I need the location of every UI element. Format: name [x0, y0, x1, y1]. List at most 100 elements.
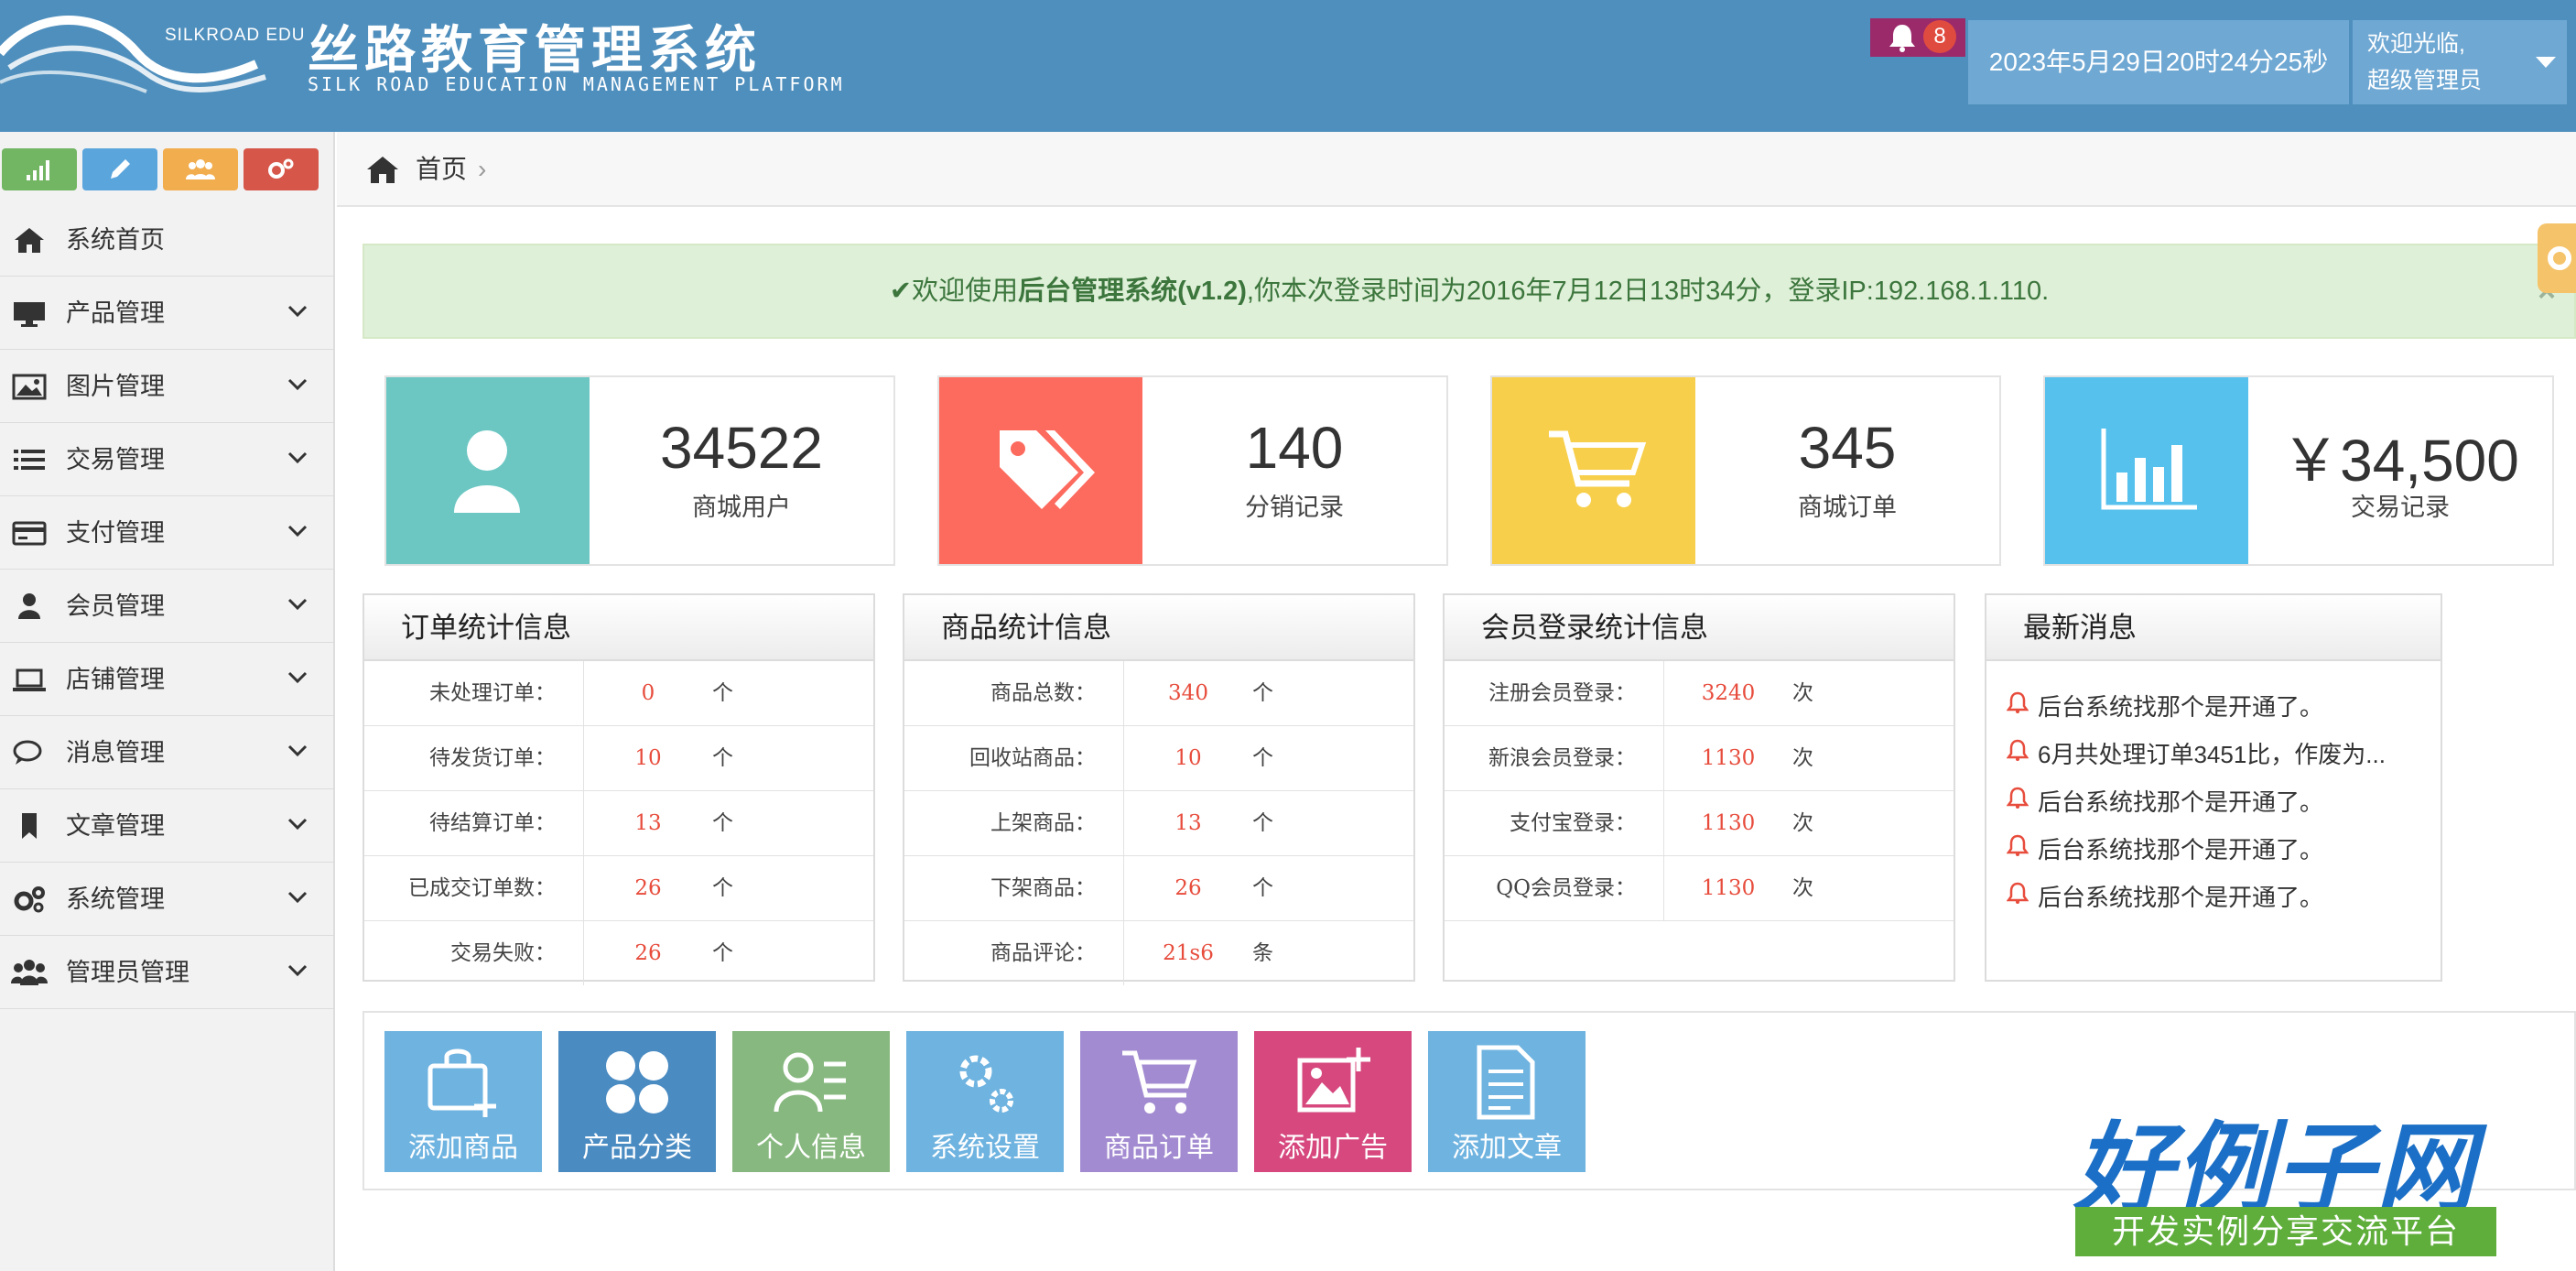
panel-title: 会员登录统计信息 [1445, 595, 1954, 661]
table-row: 已成交订单数： 26 个 [364, 856, 873, 921]
row-unit: 个 [712, 811, 733, 835]
caret-down-icon [2536, 57, 2556, 68]
member-login-stats-panel: 会员登录统计信息 注册会员登录： 3240 次 新浪会员登录： 1130 次 支付宝登录… [1443, 593, 1955, 982]
row-label: 支付宝登录： [1445, 791, 1664, 855]
product-orders-button[interactable]: 商品订单 [1080, 1031, 1238, 1172]
stat-value: 34522 [660, 415, 823, 481]
product-category-button[interactable]: 产品分类 [558, 1031, 716, 1172]
top-header: SILKROAD EDU 丝路教育管理系统 SILK ROAD EDUCATIO… [0, 0, 2576, 132]
sidebar-item-label: 系统首页 [66, 226, 165, 254]
row-label: 注册会员登录： [1445, 661, 1664, 725]
alert-system-name: 后台管理系统 [1018, 277, 1178, 306]
sidebar-item-label: 会员管理 [66, 592, 165, 620]
user-info-icon [774, 1052, 846, 1113]
stat-label: 分销记录 [1245, 494, 1344, 521]
sidebar-item-payments[interactable]: 支付管理 [0, 496, 335, 570]
row-value: 340 [1168, 681, 1208, 705]
document-icon [1477, 1045, 1535, 1120]
welcome-alert: ✔欢迎使用后台管理系统(v1.2),你本次登录时间为2016年7月12日13时3… [363, 244, 2576, 339]
sidebar-item-stores[interactable]: 店铺管理 [0, 643, 335, 716]
shortcut-settings-button[interactable] [244, 148, 319, 190]
sidebar-item-label: 支付管理 [66, 519, 165, 547]
notification-button[interactable]: 8 [1870, 18, 1965, 57]
alert-prefix: 欢迎使用 [912, 277, 1019, 306]
stat-label: 商城用户 [692, 494, 791, 521]
row-label: 商品评论： [904, 921, 1124, 985]
news-text: 后台系统找那个是开通了。 [2038, 788, 2324, 816]
row-label: 新浪会员登录： [1445, 726, 1664, 790]
row-unit: 个 [712, 941, 733, 965]
sidebar-item-images[interactable]: 图片管理 [0, 350, 335, 423]
row-label: QQ会员登录： [1445, 856, 1664, 920]
add-ad-button[interactable]: 添加广告 [1254, 1031, 1412, 1172]
user-menu[interactable]: 欢迎光临, 超级管理员 [2353, 20, 2567, 104]
chevron-down-icon [287, 598, 308, 611]
add-product-button[interactable]: 添加商品 [384, 1031, 542, 1172]
stat-card-distribution[interactable]: 140 分销记录 [937, 375, 1448, 566]
row-unit: 次 [1792, 811, 1813, 835]
stat-card-transactions[interactable]: ￥34,500 交易记录 [2043, 375, 2554, 566]
row-label: 上架商品： [904, 791, 1124, 855]
brand-small-text: SILKROAD EDU [165, 26, 306, 45]
stat-card-users[interactable]: 34522 商城用户 [384, 375, 895, 566]
sidebar-item-articles[interactable]: 文章管理 [0, 789, 335, 863]
news-text: 后台系统找那个是开通了。 [2038, 884, 2324, 911]
breadcrumb-home-link[interactable]: 首页 [416, 132, 467, 207]
row-value: 13 [634, 811, 662, 835]
quick-action-label: 添加文章 [1452, 1133, 1562, 1163]
news-text: 后台系统找那个是开通了。 [2038, 693, 2324, 721]
signal-icon [27, 160, 49, 180]
stat-icon-box [386, 377, 590, 564]
settings-tab-button[interactable] [2538, 223, 2576, 293]
stat-icon-box [2045, 377, 2248, 564]
bell-outline-icon [2007, 787, 2029, 809]
silkroad-logo [0, 16, 266, 93]
bell-outline-icon [2007, 739, 2029, 761]
row-value: 3240 [1701, 681, 1756, 705]
row-value: 1130 [1701, 811, 1756, 835]
quick-action-label: 个人信息 [756, 1133, 866, 1163]
sidebar-item-trades[interactable]: 交易管理 [0, 423, 335, 496]
sidebar: 系统首页 产品管理 图片管理 交易管理 支付管理 会员管理 店铺管理 消息管理 … [0, 132, 335, 1271]
chevron-down-icon [287, 671, 308, 684]
quick-action-label: 商品订单 [1104, 1133, 1214, 1163]
sidebar-item-members[interactable]: 会员管理 [0, 570, 335, 643]
stat-card-orders[interactable]: 345 商城订单 [1490, 375, 2001, 566]
add-article-button[interactable]: 添加文章 [1428, 1031, 1586, 1172]
tags-icon [1000, 430, 1095, 509]
bookmark-icon [22, 813, 37, 839]
shortcut-users-button[interactable] [163, 148, 238, 190]
row-value: 13 [1174, 811, 1202, 835]
chevron-down-icon [287, 818, 308, 831]
chevron-down-icon [287, 891, 308, 904]
row-label: 未处理订单： [364, 661, 584, 725]
shortcut-edit-button[interactable] [82, 148, 157, 190]
sidebar-item-admins[interactable]: 管理员管理 [0, 936, 335, 1009]
personal-info-button[interactable]: 个人信息 [732, 1031, 890, 1172]
bell-outline-icon [2007, 691, 2029, 713]
row-unit: 个 [712, 876, 733, 900]
table-row: 商品评论： 21s6 条 [904, 921, 1413, 986]
sidebar-item-home[interactable]: 系统首页 [0, 203, 335, 277]
sidebar-item-label: 图片管理 [66, 373, 165, 400]
chevron-down-icon [287, 964, 308, 977]
sidebar-item-messages[interactable]: 消息管理 [0, 716, 335, 789]
monitor-icon [14, 302, 45, 327]
sidebar-item-products[interactable]: 产品管理 [0, 277, 335, 350]
sidebar-item-label: 店铺管理 [66, 666, 165, 693]
table-row: 商品总数： 340 个 [904, 661, 1413, 726]
sidebar-item-system[interactable]: 系统管理 [0, 863, 335, 936]
user-icon [454, 430, 520, 513]
latest-news-panel: 最新消息 后台系统找那个是开通了。 6月共处理订单3451比，作废为... 后台… [1985, 593, 2442, 982]
quick-action-label: 添加商品 [408, 1133, 518, 1163]
row-unit: 个 [1252, 681, 1273, 705]
shortcut-stats-button[interactable] [2, 148, 77, 190]
list-icon [14, 450, 45, 470]
panel-title: 订单统计信息 [364, 595, 873, 661]
row-label: 已成交订单数： [364, 856, 584, 920]
row-label: 回收站商品： [904, 726, 1124, 790]
quick-action-label: 系统设置 [930, 1133, 1040, 1163]
row-value: 10 [634, 746, 662, 770]
system-settings-button[interactable]: 系统设置 [906, 1031, 1064, 1172]
notification-count-badge: 8 [1923, 20, 1956, 53]
